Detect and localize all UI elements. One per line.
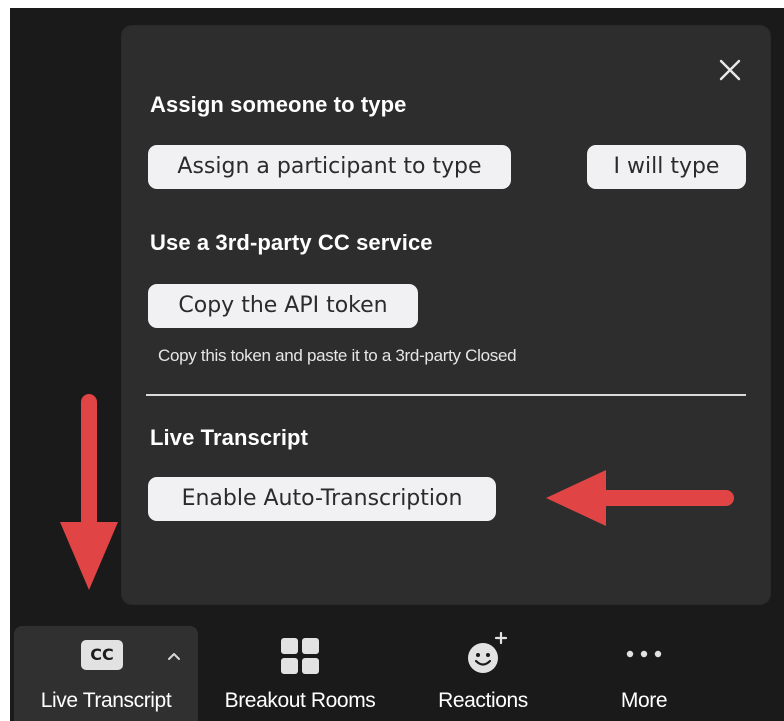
assign-heading: Assign someone to type — [150, 92, 407, 117]
cc-icon: CC — [81, 640, 123, 670]
third-party-heading: Use a 3rd-party CC service — [150, 230, 433, 255]
more-dots-icon — [626, 650, 662, 658]
api-token-helper-text: Copy this token and paste it to a 3rd-pa… — [158, 346, 517, 365]
reactions-icon — [468, 631, 508, 673]
copy-api-token-button[interactable]: Copy the API token — [148, 284, 418, 328]
more-toolbar-button[interactable]: More — [580, 626, 708, 721]
close-icon[interactable] — [716, 56, 744, 84]
i-will-type-button[interactable]: I will type — [587, 145, 746, 189]
down-arrow-annotation — [60, 394, 118, 590]
toolbar-label-live-transcript: Live Transcript — [40, 689, 172, 712]
toolbar-label-more: More — [620, 689, 668, 712]
live-transcript-toolbar-button[interactable]: CC Live Transcript — [14, 626, 198, 721]
toolbar-label-reactions: Reactions — [438, 689, 528, 712]
reactions-toolbar-button[interactable]: Reactions — [410, 626, 556, 721]
toolbar-label-breakout-rooms: Breakout Rooms — [224, 689, 376, 712]
breakout-rooms-icon — [281, 638, 319, 674]
breakout-rooms-toolbar-button[interactable]: Breakout Rooms — [205, 626, 395, 721]
assign-participant-button[interactable]: Assign a participant to type — [148, 145, 511, 189]
live-transcript-heading: Live Transcript — [150, 425, 309, 450]
chevron-up-icon[interactable] — [166, 650, 182, 662]
left-arrow-annotation — [546, 470, 734, 526]
section-divider — [146, 394, 746, 396]
enable-auto-transcription-button[interactable]: Enable Auto-Transcription — [148, 477, 496, 521]
